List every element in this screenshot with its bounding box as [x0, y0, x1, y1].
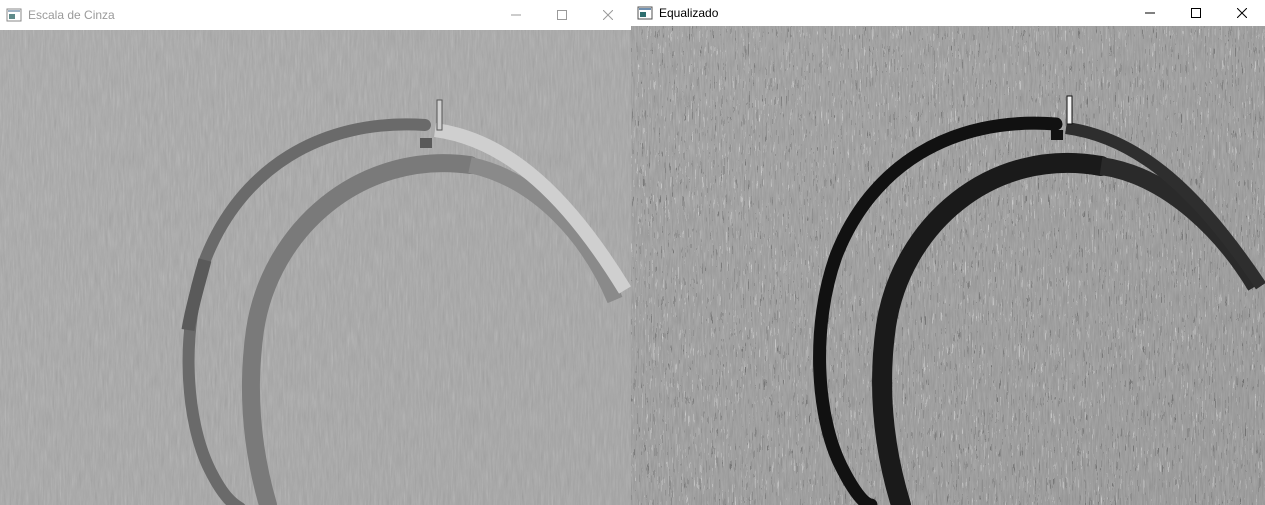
- grayscale-window-titlebar[interactable]: Escala de Cinza: [0, 0, 631, 30]
- desktop: Escala de Cinza Equalizado: [0, 0, 1265, 505]
- grayscale-window[interactable]: Escala de Cinza: [0, 0, 631, 505]
- window-title: Escala de Cinza: [28, 8, 115, 22]
- app-window-icon: [6, 8, 22, 22]
- equalized-window-titlebar[interactable]: Equalizado: [631, 0, 1265, 26]
- window-controls: [493, 0, 631, 30]
- grayscale-image: [0, 30, 631, 505]
- equalized-image: [631, 26, 1265, 505]
- equalized-window[interactable]: Equalizado: [631, 0, 1265, 505]
- maximize-button[interactable]: [539, 0, 585, 30]
- minimize-button[interactable]: [493, 0, 539, 30]
- grayscale-image-view[interactable]: [0, 30, 631, 505]
- close-button[interactable]: [1219, 0, 1265, 26]
- minimize-button[interactable]: [1127, 0, 1173, 26]
- equalized-image-view[interactable]: [631, 26, 1265, 505]
- window-controls: [1127, 0, 1265, 26]
- minimize-icon: [1145, 12, 1155, 14]
- maximize-icon: [557, 10, 567, 20]
- close-icon: [1237, 8, 1247, 18]
- minimize-icon: [511, 14, 521, 16]
- maximize-button[interactable]: [1173, 0, 1219, 26]
- app-window-icon: [637, 6, 653, 20]
- close-button[interactable]: [585, 0, 631, 30]
- window-title: Equalizado: [659, 6, 719, 20]
- close-icon: [603, 10, 613, 20]
- maximize-icon: [1191, 8, 1201, 18]
